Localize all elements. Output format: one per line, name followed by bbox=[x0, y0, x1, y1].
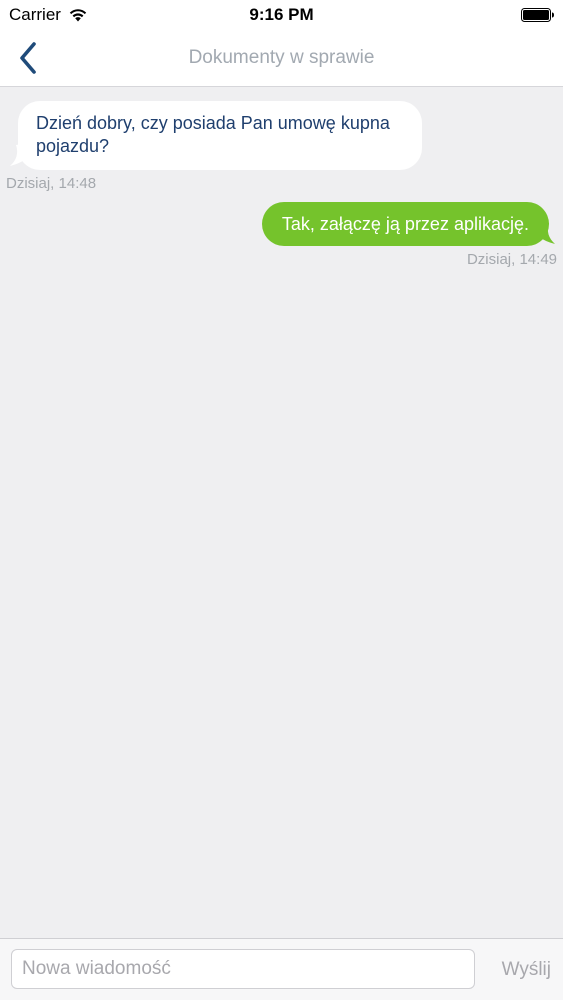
page-title: Dokumenty w sprawie bbox=[188, 47, 375, 68]
send-button[interactable]: Wyślij bbox=[502, 959, 551, 981]
outgoing-message-bubble: Tak, załączę ją przez aplikację. bbox=[261, 202, 549, 246]
incoming-message-bubble: Dzień dobry, czy posiada Pan umowę kupna… bbox=[18, 101, 422, 170]
outgoing-message-text: Tak, załączę ją przez aplikację. bbox=[281, 214, 529, 234]
message-list: Dzień dobry, czy posiada Pan umowę kupna… bbox=[0, 87, 563, 939]
clock: 9:16 PM bbox=[249, 5, 314, 24]
battery-icon bbox=[521, 8, 554, 22]
incoming-message-time: Dzisiaj, 14:48 bbox=[6, 175, 97, 192]
navigation-bar: Dokumenty w sprawie bbox=[0, 30, 563, 87]
incoming-message-text: Dzień dobry, czy posiada Pan umowę kupna… bbox=[36, 113, 390, 156]
outgoing-message-time: Dzisiaj, 14:49 bbox=[466, 251, 557, 268]
status-bar: Carrier 9:16 PM bbox=[0, 0, 563, 30]
chat-screen: Carrier 9:16 PM Dokumenty w sprawie Dzie… bbox=[0, 0, 563, 1000]
message-input[interactable] bbox=[11, 949, 475, 989]
composer-bar: Wyślij bbox=[0, 938, 563, 1000]
